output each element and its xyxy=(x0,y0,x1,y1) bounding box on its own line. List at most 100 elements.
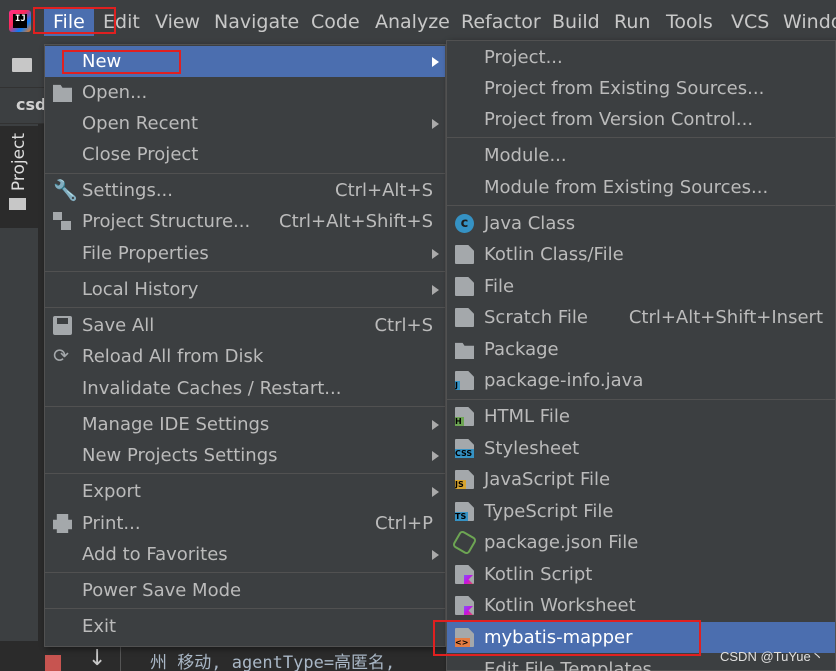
menu-item-print[interactable]: Print... Ctrl+P xyxy=(45,508,445,539)
menu-view[interactable]: View xyxy=(155,8,200,36)
menu-item-file-properties[interactable]: File Properties xyxy=(45,238,445,269)
kotlin-worksheet-icon xyxy=(455,596,474,615)
mybatis-mapper-icon: <> xyxy=(455,628,474,647)
menu-item-new-projects-settings[interactable]: New Projects Settings xyxy=(45,440,445,471)
menu-item-label: Project from Version Control... xyxy=(484,109,754,130)
down-arrow-icon[interactable]: ↓ xyxy=(88,646,106,671)
menu-item-label: Print... xyxy=(82,513,141,534)
new-item-kotlin-worksheet[interactable]: Kotlin Worksheet xyxy=(447,590,835,621)
menu-item-label: Export xyxy=(82,481,141,502)
menu-item-export[interactable]: Export xyxy=(45,476,445,507)
menu-item-new[interactable]: New xyxy=(45,46,445,77)
menu-separator xyxy=(447,399,835,400)
menu-item-save-all[interactable]: Save All Ctrl+S xyxy=(45,310,445,341)
menu-window[interactable]: Windo xyxy=(783,8,836,36)
menu-code[interactable]: Code xyxy=(311,8,360,36)
menu-file[interactable]: File xyxy=(44,8,94,36)
menu-item-shortcut: Ctrl+Alt+Shift+Insert xyxy=(628,307,823,328)
js-file-icon: JS xyxy=(455,470,474,489)
new-item-kotlin-script[interactable]: Kotlin Script xyxy=(447,559,835,590)
menu-item-shortcut: Ctrl+Alt+Shift+S xyxy=(279,211,433,232)
console-output-line: 州 移动, agentType=高匿名, xyxy=(150,653,396,671)
left-tool-strip xyxy=(0,228,38,671)
menu-item-label: Java Class xyxy=(484,213,576,234)
new-item-kotlin-class[interactable]: Kotlin Class/File xyxy=(447,239,835,270)
html-file-icon: H xyxy=(455,407,474,426)
menu-item-local-history[interactable]: Local History xyxy=(45,274,445,305)
new-item-project-vcs[interactable]: Project from Version Control... xyxy=(447,104,835,135)
new-item-package-info[interactable]: J package-info.java xyxy=(447,365,835,396)
menu-vcs[interactable]: VCS xyxy=(731,8,769,36)
new-item-module-existing-sources[interactable]: Module from Existing Sources... xyxy=(447,172,835,203)
open-folder-icon[interactable] xyxy=(12,58,32,72)
menu-item-label: Local History xyxy=(82,279,199,300)
menu-item-label: Module from Existing Sources... xyxy=(484,177,769,198)
new-item-html-file[interactable]: H HTML File xyxy=(447,401,835,432)
menu-separator xyxy=(45,473,445,474)
menu-item-label: New Projects Settings xyxy=(82,445,278,466)
menu-item-label: HTML File xyxy=(484,406,570,427)
new-item-project[interactable]: Project... xyxy=(447,42,835,73)
menu-item-label: Open... xyxy=(82,82,148,103)
menu-item-label: Scratch File xyxy=(484,307,588,328)
file-menu: New Open... Open Recent Close Project 🔧 … xyxy=(44,44,446,647)
menu-analyze[interactable]: Analyze xyxy=(375,8,450,36)
kotlin-script-icon xyxy=(455,565,474,584)
menu-item-label: Add to Favorites xyxy=(82,544,228,565)
java-file-icon: J xyxy=(455,371,474,390)
submenu-arrow-icon xyxy=(432,487,439,497)
new-item-stylesheet[interactable]: CSS Stylesheet xyxy=(447,433,835,464)
new-item-package[interactable]: Package xyxy=(447,334,835,365)
stop-icon[interactable] xyxy=(45,655,61,671)
submenu-arrow-icon xyxy=(432,249,439,259)
menu-item-label: Project Structure... xyxy=(82,211,251,232)
new-item-file[interactable]: File xyxy=(447,271,835,302)
new-item-scratch-file[interactable]: Scratch File Ctrl+Alt+Shift+Insert xyxy=(447,302,835,333)
menu-item-invalidate-caches[interactable]: Invalidate Caches / Restart... xyxy=(45,373,445,404)
menu-item-label: Module... xyxy=(484,145,567,166)
menu-separator xyxy=(45,608,445,609)
menu-item-settings[interactable]: 🔧 Settings... Ctrl+Alt+S xyxy=(45,175,445,206)
menu-tools[interactable]: Tools xyxy=(666,8,713,36)
new-item-package-json[interactable]: package.json File xyxy=(447,527,835,558)
menu-item-reload-all[interactable]: ⟳ Reload All from Disk xyxy=(45,341,445,372)
ts-file-icon: TS xyxy=(455,502,474,521)
menu-item-open-recent[interactable]: Open Recent xyxy=(45,108,445,139)
menu-separator xyxy=(45,173,445,174)
menu-item-close-project[interactable]: Close Project xyxy=(45,139,445,170)
menu-item-label: Settings... xyxy=(82,180,173,201)
new-submenu: Project... Project from Existing Sources… xyxy=(446,40,836,671)
menu-separator xyxy=(45,271,445,272)
submenu-arrow-icon xyxy=(432,420,439,430)
menu-separator xyxy=(45,572,445,573)
reload-icon: ⟳ xyxy=(53,345,69,367)
menu-item-label: JavaScript File xyxy=(484,469,611,490)
new-item-javascript-file[interactable]: JS JavaScript File xyxy=(447,464,835,495)
project-tool-label: Project xyxy=(9,132,29,192)
menu-item-exit[interactable]: Exit xyxy=(45,611,445,642)
folder-open-icon xyxy=(53,84,72,102)
printer-icon xyxy=(53,514,72,533)
submenu-arrow-icon xyxy=(432,119,439,129)
menu-edit[interactable]: Edit xyxy=(103,8,140,36)
menu-run[interactable]: Run xyxy=(614,8,650,36)
menu-item-project-structure[interactable]: Project Structure... Ctrl+Alt+Shift+S xyxy=(45,206,445,237)
menu-navigate[interactable]: Navigate xyxy=(214,8,299,36)
menu-item-power-save-mode[interactable]: Power Save Mode xyxy=(45,575,445,606)
editor-tab[interactable]: csd xyxy=(16,95,46,114)
new-item-java-class[interactable]: c Java Class xyxy=(447,208,835,239)
watermark: CSDN @TuYue丶 xyxy=(720,649,824,664)
menu-item-label: Package xyxy=(484,339,559,360)
menu-item-open[interactable]: Open... xyxy=(45,77,445,108)
menu-item-label: Invalidate Caches / Restart... xyxy=(82,378,342,399)
new-item-typescript-file[interactable]: TS TypeScript File xyxy=(447,496,835,527)
menu-separator xyxy=(45,406,445,407)
menu-item-label: Manage IDE Settings xyxy=(82,414,270,435)
new-item-project-existing-sources[interactable]: Project from Existing Sources... xyxy=(447,73,835,104)
new-item-module[interactable]: Module... xyxy=(447,140,835,171)
submenu-arrow-icon xyxy=(432,57,439,67)
menu-item-add-to-favorites[interactable]: Add to Favorites xyxy=(45,539,445,570)
menu-item-manage-ide-settings[interactable]: Manage IDE Settings xyxy=(45,409,445,440)
menu-refactor[interactable]: Refactor xyxy=(461,8,541,36)
menu-build[interactable]: Build xyxy=(552,8,600,36)
